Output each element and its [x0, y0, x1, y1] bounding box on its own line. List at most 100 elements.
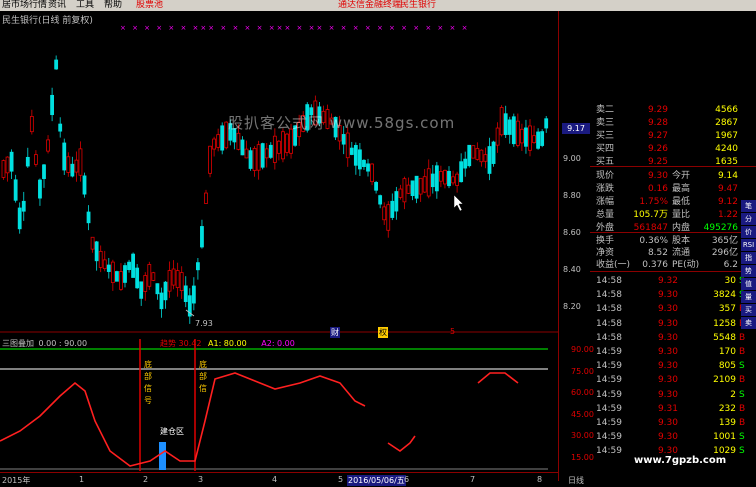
quote-label: 内盘	[672, 223, 691, 233]
candle-body	[370, 163, 374, 183]
candle-body	[382, 206, 387, 221]
candle-body	[524, 127, 528, 147]
tick-volume: 3824	[713, 290, 736, 301]
candle-body	[532, 135, 536, 144]
quote-value: 9.47	[717, 184, 738, 194]
candle-body	[183, 285, 188, 302]
order-row: 卖二 9.29 4566	[560, 104, 756, 117]
tick-side: S	[739, 389, 745, 400]
tick-price: 9.30	[657, 318, 678, 329]
quote-row: 涨跌 0.16 最高 9.47	[560, 183, 756, 196]
side-tab[interactable]: 价	[741, 226, 756, 238]
order-label: 卖三	[596, 118, 615, 128]
side-tab[interactable]: 笔	[741, 200, 756, 212]
side-tab[interactable]: 指	[741, 252, 756, 264]
menu-item-terminal[interactable]: 通达信金融终端	[338, 0, 401, 11]
tick-side: S	[739, 446, 745, 457]
candle-body	[511, 116, 516, 145]
build-zone-label: 建仓区	[160, 427, 184, 436]
tick-price: 9.30	[657, 304, 678, 315]
candle-body	[5, 156, 10, 174]
candle-body	[42, 164, 46, 179]
tick-row: 14:59 9.30 170 B	[560, 346, 756, 359]
quote-value: 495276	[703, 223, 738, 233]
side-tab[interactable]: 势	[741, 265, 756, 277]
candle-body	[13, 179, 18, 201]
side-tab[interactable]: 分	[741, 213, 756, 225]
candle-body	[285, 133, 289, 153]
event-marker-right[interactable]: 权	[378, 327, 388, 338]
candle-body	[479, 149, 484, 163]
indicator-name: 三图叠加	[2, 339, 34, 348]
order-label: 买四	[596, 144, 615, 154]
indicator-values: 0.00 : 90.00	[38, 339, 88, 348]
candle-body	[434, 165, 439, 192]
candle-body	[163, 281, 168, 301]
menu-item-help[interactable]: 帮助	[104, 0, 122, 11]
quote-value: 1.22	[717, 210, 738, 220]
candle-body	[540, 131, 545, 146]
side-tab[interactable]: 量	[741, 291, 756, 303]
main-chart[interactable]	[0, 11, 558, 472]
tick-volume: 170	[718, 347, 736, 357]
candle-body	[208, 145, 212, 174]
candle-body	[422, 176, 427, 193]
candle-body	[272, 135, 277, 163]
tick-price: 9.30	[657, 361, 678, 372]
candle-body	[281, 131, 285, 160]
menu-item-tools[interactable]: 工具	[76, 0, 94, 11]
menu-item-news[interactable]: 资讯	[48, 0, 66, 11]
menu-item-stock-pool[interactable]: 股票池	[136, 0, 163, 11]
tick-volume: 139	[718, 418, 736, 428]
quote-label: 涨跌	[596, 184, 615, 194]
build-zone-bar	[159, 442, 166, 470]
tick-price: 9.30	[657, 375, 678, 386]
side-tab[interactable]: 买	[741, 304, 756, 316]
quote-label: 今开	[672, 171, 691, 181]
candle-body	[471, 145, 476, 159]
order-price: 9.29	[647, 105, 668, 115]
candle-body	[25, 156, 30, 167]
order-volume: 1635	[715, 157, 738, 167]
candle-body	[127, 261, 131, 271]
indicator-params: 趋势 30.42 A1: 80.00 A2: 0.00	[160, 338, 295, 349]
candle-body	[341, 134, 346, 145]
menu-item-market[interactable]: 居市场行情	[2, 0, 47, 11]
candle-body	[345, 132, 350, 159]
side-tab[interactable]: 卖	[741, 317, 756, 329]
candle-body	[34, 154, 38, 165]
candle-body	[58, 123, 63, 132]
tick-price: 9.30	[657, 418, 678, 428]
quote-value: 0.16	[647, 184, 668, 194]
side-tab[interactable]: 值	[741, 278, 756, 290]
candle-body	[362, 159, 366, 167]
order-price: 9.28	[647, 118, 668, 128]
tick-side: B	[739, 332, 746, 343]
tick-volume: 805	[718, 361, 736, 372]
candle-body	[179, 272, 184, 291]
candle-body	[536, 131, 540, 149]
event-marker-five[interactable]: 5	[450, 327, 455, 336]
quote-value: 105.7万	[633, 210, 668, 220]
candle-body	[62, 142, 67, 171]
side-tab[interactable]: RSI	[741, 239, 756, 251]
candle-body	[398, 188, 403, 198]
quote-value: 9.12	[717, 197, 738, 207]
candle-body	[463, 158, 468, 169]
candle-body	[9, 151, 14, 172]
candle-body	[268, 144, 273, 158]
candle-body	[102, 259, 107, 270]
candle-body	[82, 175, 87, 195]
candle-body	[66, 156, 71, 173]
trend-label: 趋势	[160, 339, 176, 348]
tick-volume: 2109	[713, 375, 736, 386]
menu-item-minsheng[interactable]: 民生银行	[400, 0, 436, 11]
tick-price: 9.30	[657, 347, 678, 357]
quote-label: 量比	[672, 210, 691, 220]
event-marker-finance[interactable]: 财	[330, 327, 340, 338]
candle-body	[406, 184, 411, 194]
tick-volume: 232	[718, 403, 736, 414]
candle-body	[90, 236, 95, 250]
candle-body	[418, 177, 423, 195]
candle-body	[54, 59, 59, 70]
